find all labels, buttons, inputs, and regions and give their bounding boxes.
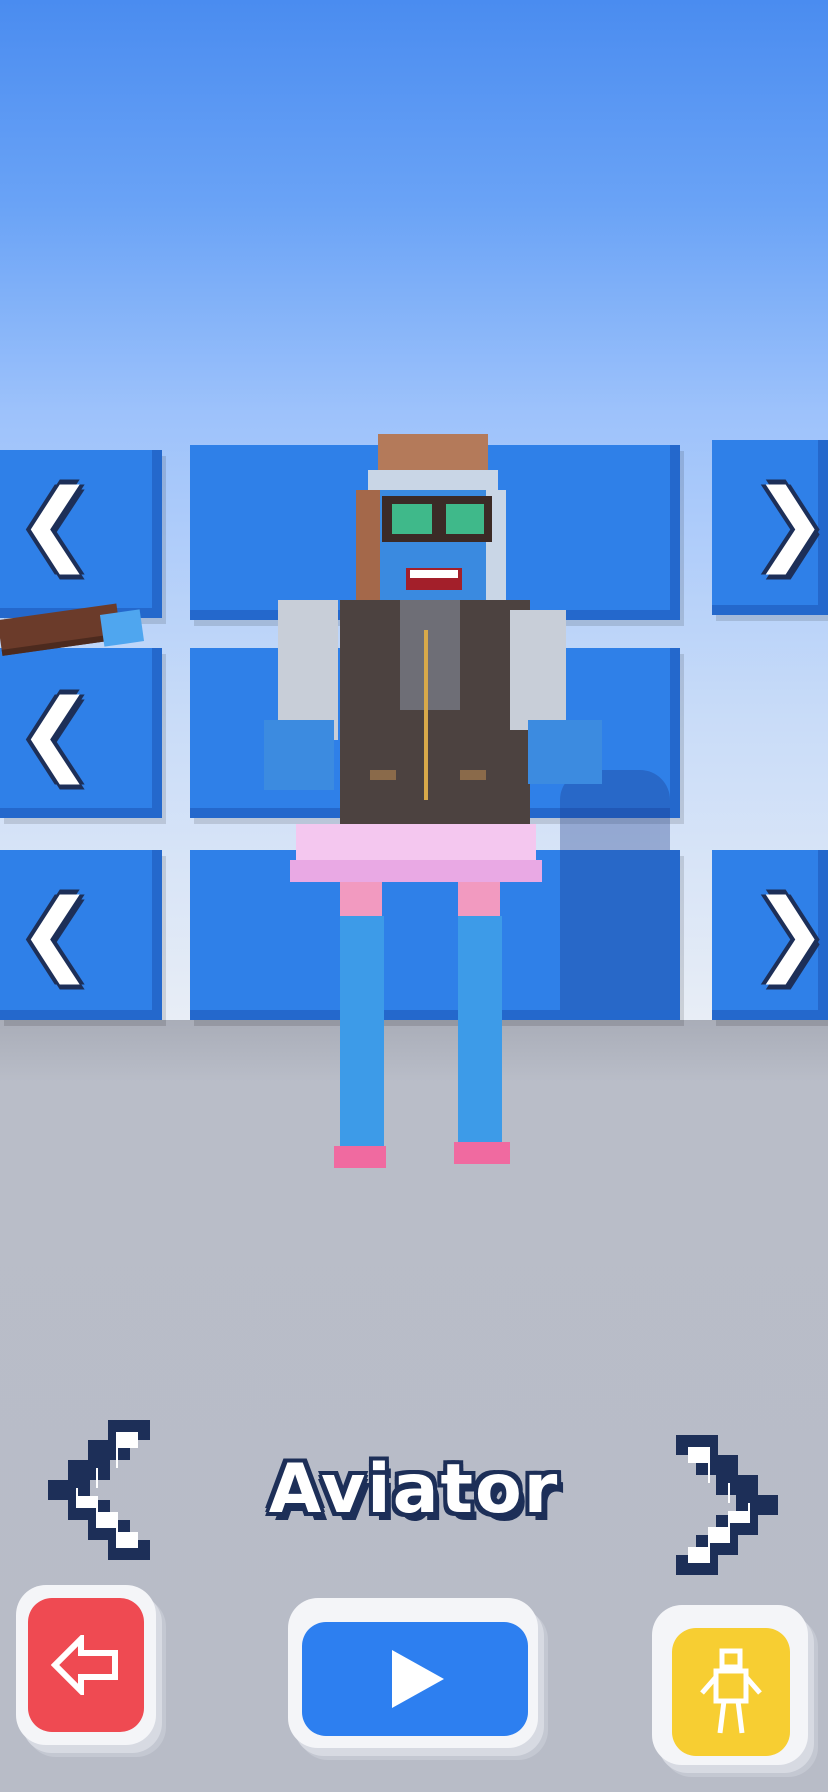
skin-button[interactable]: [672, 1628, 790, 1756]
character-model: [264, 434, 602, 1168]
back-button[interactable]: [28, 1598, 144, 1732]
play-icon: [392, 1650, 444, 1708]
chevron-left-icon: ❮: [18, 470, 94, 575]
play-button[interactable]: [302, 1622, 528, 1736]
chevron-left-icon: ❮: [18, 880, 94, 985]
prev-skin-button[interactable]: [38, 1410, 158, 1570]
chevron-right-icon: ❯: [752, 470, 828, 575]
skin-name-label: Aviator: [268, 1450, 560, 1529]
bat-hand: [99, 609, 145, 647]
next-skin-button[interactable]: [668, 1425, 788, 1585]
chevron-right-icon: ❯: [752, 880, 828, 985]
arrow-left-icon: [51, 1635, 118, 1695]
character-icon: [700, 1648, 762, 1734]
chevron-left-icon: ❮: [18, 680, 94, 785]
